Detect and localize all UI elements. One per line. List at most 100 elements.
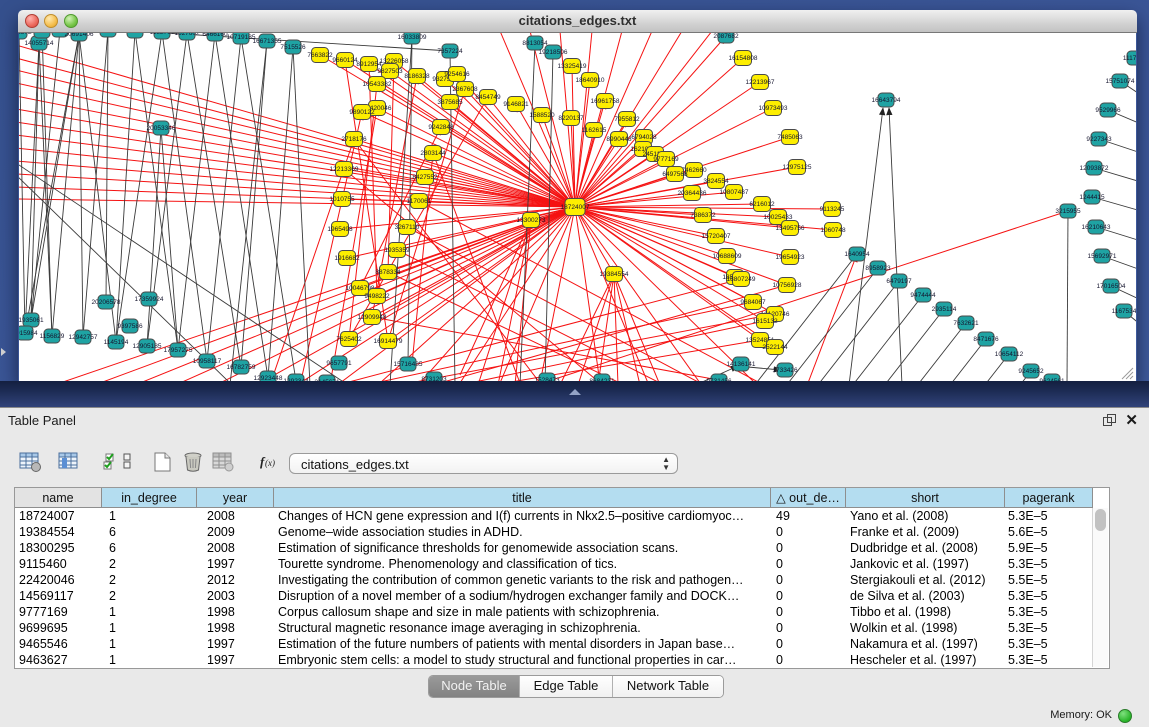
svg-text:3267110: 3267110: [395, 224, 420, 231]
svg-text:1010755: 1010755: [329, 196, 355, 203]
svg-text:3824554: 3824554: [703, 178, 729, 185]
svg-text:16033809: 16033809: [398, 34, 427, 41]
svg-text:2935114: 2935114: [932, 306, 957, 313]
svg-text:6497568: 6497568: [662, 171, 688, 178]
svg-text:12942757: 12942757: [69, 334, 98, 341]
svg-text:16643794: 16643794: [872, 97, 901, 104]
svg-text:9660124: 9660124: [332, 57, 358, 64]
svg-text:13300273: 13300273: [517, 217, 546, 224]
svg-text:9827503: 9827503: [377, 68, 403, 75]
svg-text:10853257: 10853257: [121, 33, 150, 35]
svg-text:1060748: 1060748: [820, 227, 846, 234]
svg-text:15716485: 15716485: [394, 361, 423, 368]
svg-text:19654923: 19654923: [776, 254, 805, 261]
svg-text:1733426: 1733426: [772, 367, 798, 374]
svg-text:6479197: 6479197: [886, 278, 912, 285]
svg-text:16782759: 16782759: [227, 364, 256, 371]
svg-text:6794028: 6794028: [631, 134, 657, 141]
svg-text:2522144: 2522144: [762, 344, 788, 351]
svg-text:19384554: 19384554: [600, 271, 629, 278]
svg-text:1916682: 1916682: [334, 255, 360, 262]
svg-text:16961758: 16961758: [591, 98, 620, 105]
svg-text:1152760: 1152760: [150, 33, 175, 36]
svg-text:15751074: 15751074: [1106, 78, 1135, 85]
svg-text:10543382: 10543382: [363, 81, 392, 88]
svg-text:7632621: 7632621: [953, 320, 979, 327]
svg-text:1588520: 1588520: [529, 112, 555, 119]
svg-text:1615132: 1615132: [752, 318, 778, 325]
svg-text:3215955: 3215955: [1055, 208, 1081, 215]
svg-text:10025433: 10025433: [764, 214, 793, 221]
svg-text:8958923: 8958923: [865, 265, 891, 272]
svg-text:9474444: 9474444: [910, 292, 936, 299]
svg-text:10688609: 10688609: [713, 253, 742, 260]
svg-text:13495756: 13495756: [776, 225, 805, 232]
svg-text:10973493: 10973493: [759, 105, 788, 112]
svg-text:1170061: 1170061: [407, 198, 432, 205]
svg-text:1935359: 1935359: [384, 247, 410, 254]
svg-text:9498222: 9498222: [364, 293, 390, 300]
svg-text:2718176: 2718176: [341, 136, 367, 143]
svg-text:8220137: 8220137: [558, 115, 584, 122]
svg-text:9242848: 9242848: [428, 124, 454, 131]
svg-text:17359924: 17359924: [135, 296, 164, 303]
svg-text:8454749: 8454749: [475, 94, 501, 101]
svg-text:18807249: 18807249: [727, 276, 756, 283]
svg-text:13325419: 13325419: [558, 63, 587, 70]
svg-text:10807487: 10807487: [720, 189, 749, 196]
svg-text:12213369: 12213369: [330, 166, 359, 173]
svg-text:3875685: 3875685: [437, 99, 463, 106]
svg-text:20206578: 20206578: [92, 299, 121, 306]
svg-text:9777169: 9777169: [653, 156, 679, 163]
svg-text:1145194: 1145194: [104, 339, 129, 346]
svg-text:16671355: 16671355: [253, 38, 282, 45]
svg-text:2803144: 2803144: [420, 150, 446, 157]
svg-text:9254616: 9254616: [444, 71, 470, 78]
svg-text:9146821: 9146821: [503, 101, 529, 108]
svg-text:12975125: 12975125: [783, 164, 812, 171]
svg-text:7386372: 7386372: [690, 212, 716, 219]
svg-text:15720407: 15720407: [702, 233, 731, 240]
svg-text:12909948: 12909948: [358, 314, 387, 321]
svg-text:12093872: 12093872: [1080, 165, 1109, 172]
svg-text:8471676: 8471676: [973, 336, 999, 343]
svg-text:9529966: 9529966: [1095, 107, 1121, 114]
svg-text:7625402: 7625402: [336, 336, 362, 343]
svg-text:16210643: 16210643: [1082, 224, 1111, 231]
svg-text:16914479: 16914479: [374, 338, 403, 345]
svg-text:16154808: 16154808: [729, 55, 758, 62]
svg-text:1527602: 1527602: [174, 33, 200, 37]
svg-text:14136141: 14136141: [727, 361, 756, 368]
svg-text:9890122: 9890122: [349, 109, 375, 116]
svg-text:9397586: 9397586: [117, 323, 143, 330]
svg-text:10756928: 10756928: [773, 282, 802, 289]
svg-text:2367608: 2367608: [452, 86, 478, 93]
svg-text:17957275: 17957275: [164, 347, 193, 354]
svg-text:1244415: 1244415: [1079, 194, 1105, 201]
svg-text:18640910: 18640910: [576, 77, 605, 84]
svg-text:10654112: 10654112: [995, 351, 1024, 358]
svg-text:7663822: 7663822: [307, 52, 333, 59]
svg-text:1117534: 1117534: [1123, 55, 1136, 62]
svg-text:1162615: 1162615: [582, 127, 607, 134]
svg-text:20364436: 20364436: [678, 190, 707, 197]
svg-text:2087682: 2087682: [713, 33, 739, 40]
svg-text:9227343: 9227343: [1086, 136, 1112, 143]
svg-text:18724007: 18724007: [561, 204, 590, 211]
svg-text:15692971: 15692971: [1088, 253, 1117, 260]
svg-text:9113245: 9113245: [820, 206, 845, 213]
svg-text:20053346: 20053346: [147, 125, 176, 132]
svg-text:1640954: 1640954: [844, 251, 870, 258]
svg-text:9684067: 9684067: [740, 299, 766, 306]
svg-text:19218506: 19218506: [539, 49, 568, 56]
svg-text:7357224: 7357224: [437, 48, 463, 55]
svg-text:1167534: 1167534: [1112, 308, 1136, 315]
svg-text:20691406: 20691406: [65, 33, 94, 38]
svg-text:10958117: 10958117: [193, 358, 222, 365]
svg-text:12213967: 12213967: [746, 79, 775, 86]
svg-text:1935061: 1935061: [19, 317, 44, 324]
svg-text:3915984: 3915984: [19, 330, 38, 337]
svg-text:8878334: 8878334: [375, 269, 401, 276]
svg-text:1965498: 1965498: [327, 226, 353, 233]
svg-text:(x): (x): [265, 458, 275, 468]
